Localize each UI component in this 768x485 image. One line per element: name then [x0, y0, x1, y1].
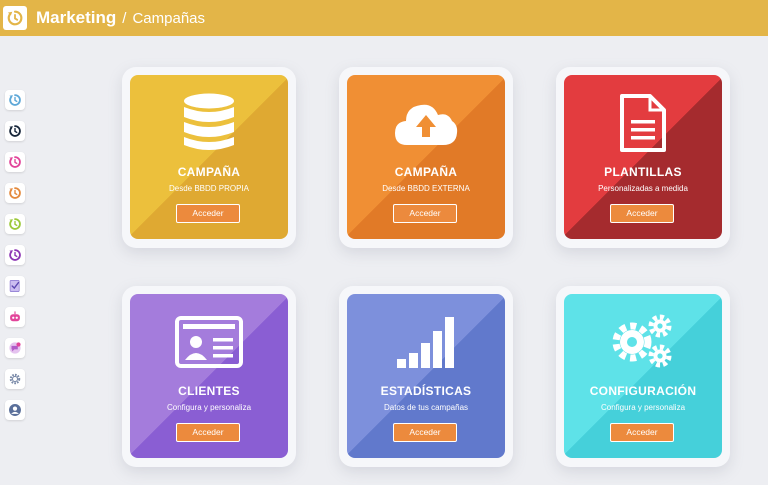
plantillas-tile[interactable]: PLANTILLAS Personalizadas a medida Acced…	[564, 75, 722, 239]
card-subtitle: Configura y personaliza	[600, 403, 686, 412]
card-title: CLIENTES	[178, 384, 240, 398]
chat-badge-icon[interactable]	[5, 338, 25, 358]
logo-pink-icon[interactable]	[5, 152, 25, 172]
breadcrumb-marketing[interactable]: Marketing	[36, 8, 116, 28]
estadisticas-card: ESTADÍSTICAS Datos de tus campañas Acced…	[339, 286, 513, 467]
cloud-upload-icon	[347, 91, 505, 155]
card-subtitle: Datos de tus campañas	[383, 403, 469, 412]
id-card-icon	[130, 310, 288, 374]
acceder-button[interactable]: Acceder	[610, 204, 674, 223]
database-icon	[130, 91, 288, 155]
card-subtitle: Personalizadas a medida	[598, 184, 688, 193]
acceder-button[interactable]: Acceder	[610, 423, 674, 442]
card-subtitle: Desde BBDD EXTERNA	[382, 184, 470, 193]
logo-dark-icon[interactable]	[5, 121, 25, 141]
card-title: CAMPAÑA	[394, 165, 458, 179]
logo-orange-icon[interactable]	[5, 183, 25, 203]
configuracion-card: CONFIGURACIÓN Configura y personaliza Ac…	[556, 286, 730, 467]
gear-icon[interactable]	[5, 369, 25, 389]
card-title: CAMPAÑA	[177, 165, 241, 179]
card-title: ESTADÍSTICAS	[380, 384, 472, 398]
gears-icon	[564, 310, 722, 374]
logo-blue-icon[interactable]	[5, 90, 25, 110]
breadcrumb-separator: /	[122, 9, 127, 27]
user-icon[interactable]	[5, 400, 25, 420]
campana-externa-card: CAMPAÑA Desde BBDD EXTERNA Acceder	[339, 67, 513, 248]
configuracion-tile[interactable]: CONFIGURACIÓN Configura y personaliza Ac…	[564, 294, 722, 458]
breadcrumb-campanas: Campañas	[132, 9, 206, 27]
campana-propia-card: CAMPAÑA Desde BBDD PROPIA Acceder	[122, 67, 296, 248]
top-bar: Marketing / Campañas	[0, 0, 768, 36]
logo-purple-icon[interactable]	[5, 245, 25, 265]
acceder-button[interactable]: Acceder	[393, 423, 457, 442]
card-subtitle: Configura y personaliza	[166, 403, 252, 412]
card-subtitle: Desde BBDD PROPIA	[168, 184, 250, 193]
acceder-button[interactable]: Acceder	[176, 423, 240, 442]
signal-bars-icon	[347, 310, 505, 374]
card-title: CONFIGURACIÓN	[589, 384, 697, 398]
campana-externa-tile[interactable]: CAMPAÑA Desde BBDD EXTERNA Acceder	[347, 75, 505, 239]
sidebar	[5, 90, 27, 431]
plantillas-card: PLANTILLAS Personalizadas a medida Acced…	[556, 67, 730, 248]
campana-propia-tile[interactable]: CAMPAÑA Desde BBDD PROPIA Acceder	[130, 75, 288, 239]
document-icon	[564, 91, 722, 155]
logo-green-icon[interactable]	[5, 214, 25, 234]
app-logo-icon[interactable]	[3, 6, 27, 30]
checklist-icon[interactable]	[5, 276, 25, 296]
card-title: PLANTILLAS	[604, 165, 682, 179]
acceder-button[interactable]: Acceder	[176, 204, 240, 223]
acceder-button[interactable]: Acceder	[393, 204, 457, 223]
robot-icon[interactable]	[5, 307, 25, 327]
clientes-card: CLIENTES Configura y personaliza Acceder	[122, 286, 296, 467]
estadisticas-tile[interactable]: ESTADÍSTICAS Datos de tus campañas Acced…	[347, 294, 505, 458]
clientes-tile[interactable]: CLIENTES Configura y personaliza Acceder	[130, 294, 288, 458]
